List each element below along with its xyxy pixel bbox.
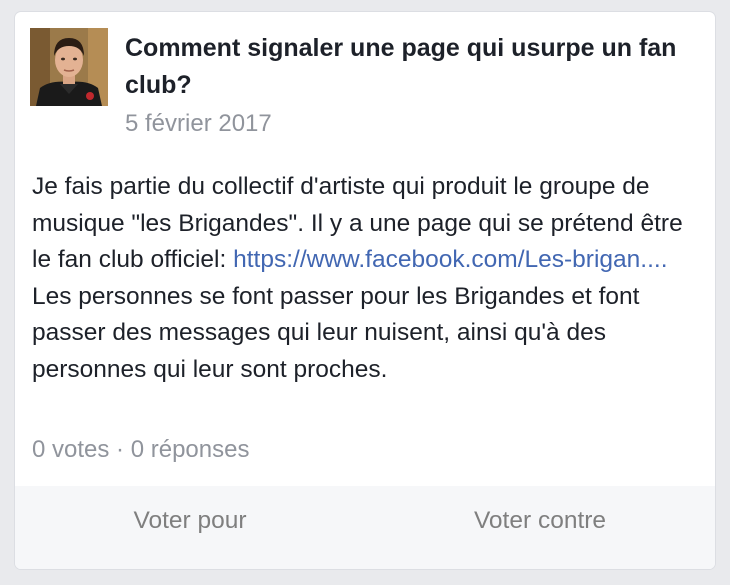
vote-for-button[interactable]: Voter pour [15,486,365,556]
post-date: 5 février 2017 [125,110,272,137]
post-body-text-end: Les personnes se font passer pour les Br… [32,282,640,383]
post-link[interactable]: https://www.facebook.com/Les-brigan.... [233,246,667,273]
vote-against-button[interactable]: Voter contre [365,486,715,556]
action-bar: Voter pour Voter contre [15,486,715,569]
question-card: Comment signaler une page qui usurpe un … [15,12,715,569]
post-body: Je fais partie du collectif d'artiste qu… [32,169,704,388]
post-title[interactable]: Comment signaler une page qui usurpe un … [125,30,710,104]
avatar[interactable] [30,28,108,106]
vote-reply-stats[interactable]: 0 votes · 0 réponses [32,436,249,464]
